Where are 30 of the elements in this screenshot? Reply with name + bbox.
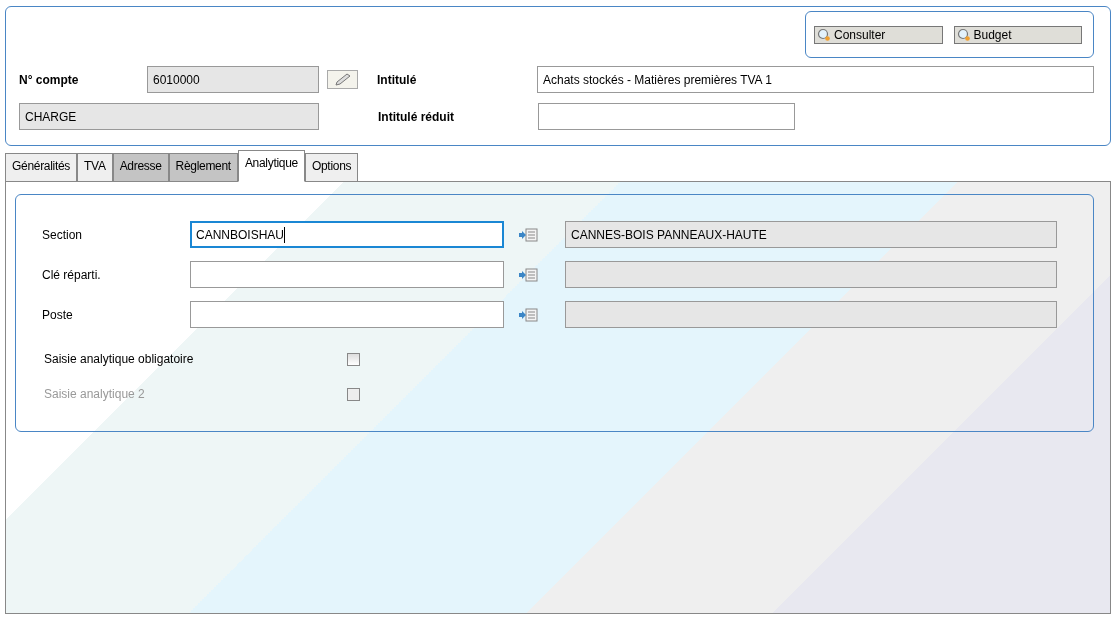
field-label: Clé réparti. xyxy=(42,267,102,282)
tab[interactable]: Options xyxy=(304,153,359,182)
toolbar-button[interactable]: Consulter xyxy=(814,25,943,44)
short-title-field[interactable] xyxy=(538,103,795,130)
toolbar-button[interactable]: Budget xyxy=(953,25,1082,44)
account-field[interactable]: 6010000 xyxy=(147,66,319,93)
checkbox[interactable] xyxy=(347,352,360,366)
input-field[interactable]: CANNBOISHAU xyxy=(190,221,504,248)
edit-button[interactable] xyxy=(327,70,358,89)
magnifier-icon xyxy=(956,27,971,42)
description-field: CANNES-BOIS PANNEAUX-HAUTE xyxy=(565,221,1057,248)
pencil-icon xyxy=(332,72,353,87)
field-label: Poste xyxy=(42,307,74,322)
input-field[interactable] xyxy=(190,301,504,328)
tab[interactable]: Analytique xyxy=(237,150,305,182)
field-label: Section xyxy=(42,227,84,242)
checkbox-label: Saisie analytique 2 xyxy=(44,387,146,401)
list-lookup-icon[interactable] xyxy=(518,307,538,322)
field-label: Intitulé xyxy=(377,72,418,87)
field-label: Intitulé réduit xyxy=(378,109,455,124)
tab[interactable]: TVA xyxy=(77,153,113,182)
field-label: N° compte xyxy=(19,72,80,87)
account-type-field[interactable]: CHARGE xyxy=(19,103,319,130)
magnifier-icon xyxy=(817,27,831,42)
title-field[interactable]: Achats stockés - Matières premières TVA 1 xyxy=(537,66,1094,93)
list-lookup-icon[interactable] xyxy=(518,227,538,242)
checkbox-label: Saisie analytique obligatoire xyxy=(44,352,195,366)
list-lookup-icon[interactable] xyxy=(518,267,538,282)
input-field[interactable] xyxy=(190,261,504,288)
tab[interactable]: Généralités xyxy=(5,153,78,182)
